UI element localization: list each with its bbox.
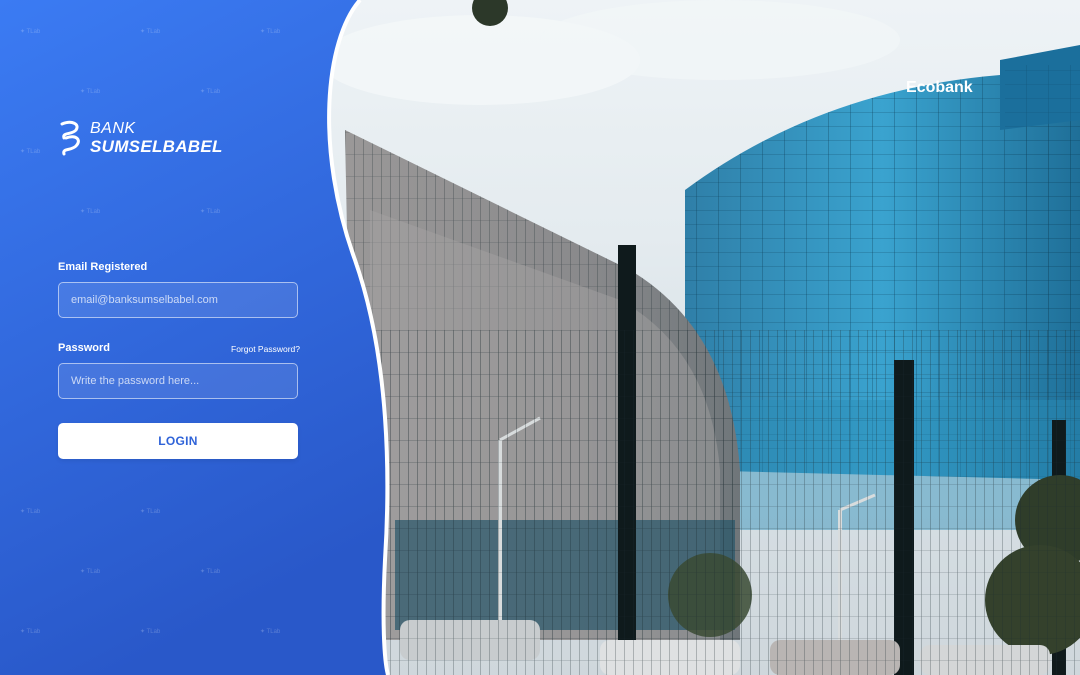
- forgot-password-link[interactable]: Forgot Password?: [231, 344, 300, 354]
- bank-logo-icon: [60, 120, 80, 156]
- login-button[interactable]: LOGIN: [58, 423, 298, 459]
- email-field[interactable]: [58, 282, 298, 318]
- brand-line-1: BANK: [90, 120, 136, 137]
- building-sign-text: Ecobank: [906, 79, 973, 96]
- email-label: Email Registered: [58, 261, 148, 273]
- bank-logo: BANK SUMSELBABEL: [58, 118, 223, 158]
- building-illustration: Ecobank: [320, 0, 1080, 675]
- password-label: Password: [58, 342, 110, 354]
- brand-line-2: SUMSELBABEL: [90, 137, 223, 156]
- panel-background: [0, 0, 390, 675]
- password-field[interactable]: [58, 363, 298, 399]
- login-panel: ✦ TLab ✦ TLab ✦ TLab ✦ TLab ✦ TLab ✦ TLa…: [0, 0, 400, 675]
- hero-photo: Ecobank: [300, 0, 1080, 675]
